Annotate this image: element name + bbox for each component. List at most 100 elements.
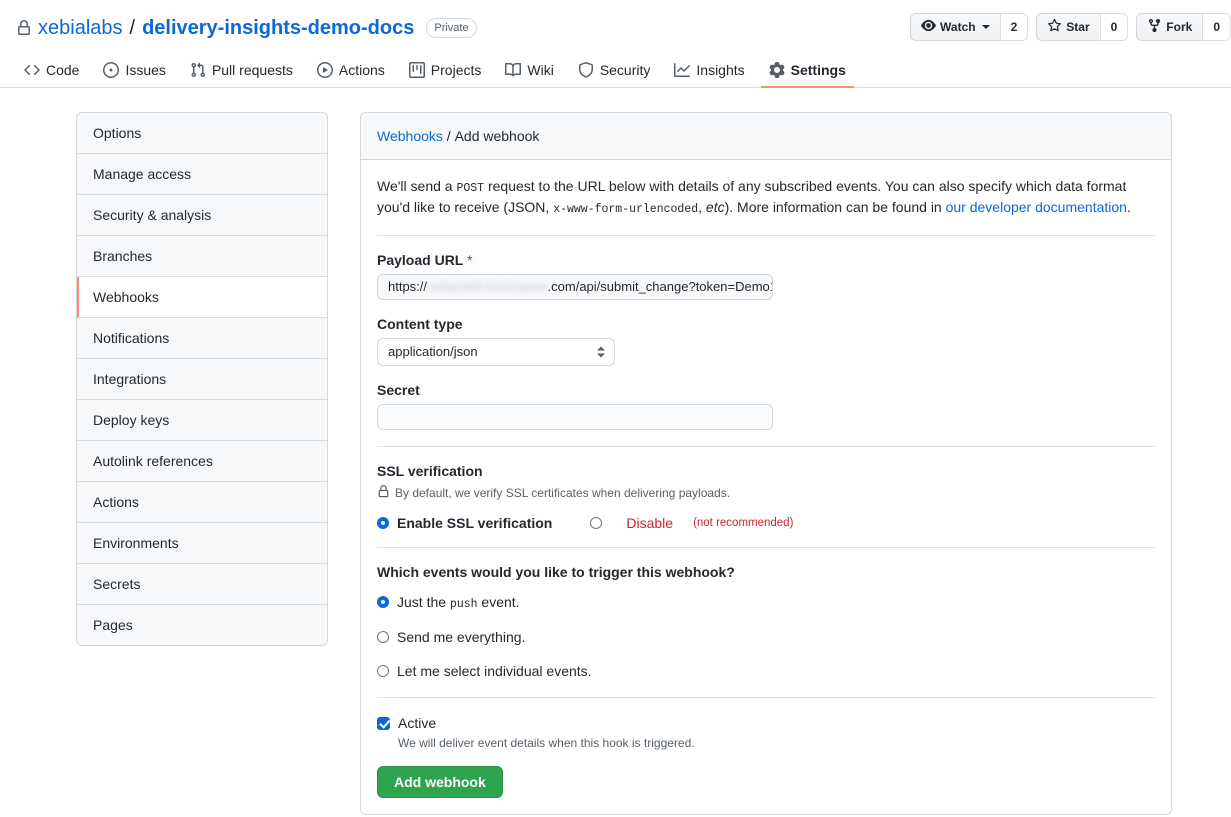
event-option-individual[interactable]: Let me select individual events.: [377, 663, 1155, 679]
secret-label: Secret: [377, 381, 420, 398]
divider-after-events: [377, 696, 1155, 698]
tab-security[interactable]: Security: [570, 62, 659, 87]
ssl-note-text: By default, we verify SSL certificates w…: [395, 485, 731, 500]
event-everything-radio[interactable]: [377, 630, 389, 643]
breadcrumb-separator: /: [446, 128, 451, 144]
repo-actions: Watch 2 Star 0 Fork 0: [910, 13, 1231, 41]
fork-button[interactable]: Fork: [1136, 13, 1203, 41]
book-icon: [505, 62, 522, 78]
event-push-label: Just the push event.: [397, 594, 520, 611]
breadcrumb-webhooks-link[interactable]: Webhooks: [377, 128, 443, 144]
tab-pull-requests[interactable]: Pull requests: [182, 62, 301, 87]
star-button-label: Star: [1066, 20, 1090, 34]
watch-button[interactable]: Watch: [910, 13, 1000, 41]
ssl-verification-section: SSL verification By default, we verify S…: [377, 463, 1155, 531]
intro-code-urlencoded: x-www-form-urlencoded: [553, 203, 699, 217]
intro-text-1: We'll send a: [377, 178, 457, 194]
active-checkbox[interactable]: [377, 716, 390, 730]
sidebar-item-autolink-references[interactable]: Autolink references: [77, 441, 327, 482]
sidebar-item-actions[interactable]: Actions: [77, 482, 327, 523]
sidebar-item-integrations[interactable]: Integrations: [77, 359, 327, 400]
ssl-enable-label[interactable]: Enable SSL verification: [397, 515, 552, 531]
fork-button-label: Fork: [1166, 20, 1193, 34]
sidebar-item-pages[interactable]: Pages: [77, 605, 327, 645]
intro-text-5: .: [1126, 199, 1131, 216]
fork-icon: [1147, 18, 1162, 36]
divider-after-secret: [377, 445, 1155, 447]
intro-italic-etc: etc: [705, 199, 725, 216]
repo-header: xebialabs / delivery-insights-demo-docs …: [0, 0, 1231, 41]
project-icon: [408, 62, 425, 78]
intro-text-4: ). More information can be found in: [724, 199, 946, 216]
chevron-down-icon: [981, 25, 990, 29]
content-type-label: Content type: [377, 315, 463, 332]
event-everything-label: Send me everything.: [397, 628, 526, 645]
divider-after-ssl: [377, 546, 1155, 548]
event-push-radio[interactable]: [377, 596, 389, 608]
secret-field-group: Secret: [377, 382, 1155, 430]
repo-owner-link[interactable]: xebialabs: [38, 16, 123, 41]
tab-actions[interactable]: Actions: [309, 62, 393, 87]
secret-input[interactable]: [377, 403, 773, 430]
developer-documentation-link[interactable]: our developer documentation: [946, 199, 1127, 215]
event-individual-radio[interactable]: [377, 664, 389, 677]
content-type-select[interactable]: application/json: [377, 337, 615, 366]
repo-name-link[interactable]: delivery-insights-demo-docs: [142, 16, 414, 41]
gear-icon: [769, 62, 785, 78]
sidebar-item-environments[interactable]: Environments: [77, 523, 327, 564]
event-individual-label: Let me select individual events.: [397, 662, 592, 679]
sidebar-item-manage-access[interactable]: Manage access: [77, 154, 327, 195]
lock-icon: [16, 20, 32, 36]
sidebar-item-security-analysis[interactable]: Security & analysis: [77, 195, 327, 236]
star-button[interactable]: Star: [1036, 13, 1100, 41]
sidebar-item-webhooks[interactable]: Webhooks: [77, 277, 327, 318]
sidebar-item-notifications[interactable]: Notifications: [77, 318, 327, 359]
tab-insights[interactable]: Insights: [666, 62, 752, 87]
tab-wiki[interactable]: Wiki: [497, 62, 561, 87]
play-icon: [316, 62, 333, 78]
sidebar-item-secrets[interactable]: Secrets: [77, 564, 327, 605]
ssl-disable-label[interactable]: Disable: [626, 515, 673, 531]
event-push-label-post: event.: [477, 593, 520, 610]
payload-url-field-group: Payload URL * https://redacted-hostname.…: [377, 252, 1155, 300]
payload-url-redacted-host: redacted-hostname: [427, 279, 548, 294]
sidebar-item-deploy-keys[interactable]: Deploy keys: [77, 400, 327, 441]
webhook-form: We'll send a POST request to the URL bel…: [361, 160, 1171, 814]
tab-settings-label: Settings: [790, 62, 846, 78]
visibility-badge: Private: [426, 18, 477, 38]
event-push-label-code: push: [449, 597, 478, 611]
tab-issues[interactable]: Issues: [95, 62, 173, 87]
add-webhook-button[interactable]: Add webhook: [377, 765, 503, 798]
content-type-select-wrapper[interactable]: application/json: [377, 337, 615, 366]
ssl-note: By default, we verify SSL certificates w…: [377, 484, 1155, 501]
event-option-everything[interactable]: Send me everything.: [377, 629, 1155, 645]
event-option-push[interactable]: Just the push event.: [377, 594, 1155, 611]
breadcrumb: Webhooks / Add webhook: [361, 113, 1171, 160]
ssl-disable-radio[interactable]: [590, 516, 603, 529]
graph-icon: [674, 62, 691, 78]
issue-opened-icon: [103, 62, 120, 78]
ssl-disable-note: (not recommended): [693, 516, 794, 529]
watch-button-label: Watch: [940, 20, 976, 34]
star-button-group[interactable]: Star 0: [1036, 13, 1129, 41]
tab-code[interactable]: Code: [16, 62, 87, 87]
tab-actions-label: Actions: [338, 62, 385, 78]
intro-paragraph: We'll send a POST request to the URL bel…: [377, 176, 1155, 236]
ssl-enable-radio[interactable]: [377, 516, 389, 529]
tab-issues-label: Issues: [125, 62, 166, 78]
content-type-field-group: Content type application/json: [377, 316, 1155, 366]
payload-url-input[interactable]: https://redacted-hostname .com/api/submit…: [377, 273, 773, 300]
sidebar-item-branches[interactable]: Branches: [77, 236, 327, 277]
repo-name-separator: /: [129, 16, 136, 39]
active-label[interactable]: Active: [398, 714, 695, 732]
active-checkbox-group: Active We will deliver event details whe…: [377, 714, 1155, 750]
fork-button-group[interactable]: Fork 0: [1136, 13, 1231, 41]
tab-code-label: Code: [46, 62, 80, 78]
tab-settings[interactable]: Settings: [760, 62, 855, 88]
tab-projects[interactable]: Projects: [401, 62, 490, 87]
sidebar-item-options[interactable]: Options: [77, 113, 327, 154]
star-icon: [1047, 18, 1062, 36]
tab-security-label: Security: [599, 62, 651, 78]
tab-wiki-label: Wiki: [527, 62, 554, 78]
watch-button-group[interactable]: Watch 2: [910, 13, 1029, 41]
